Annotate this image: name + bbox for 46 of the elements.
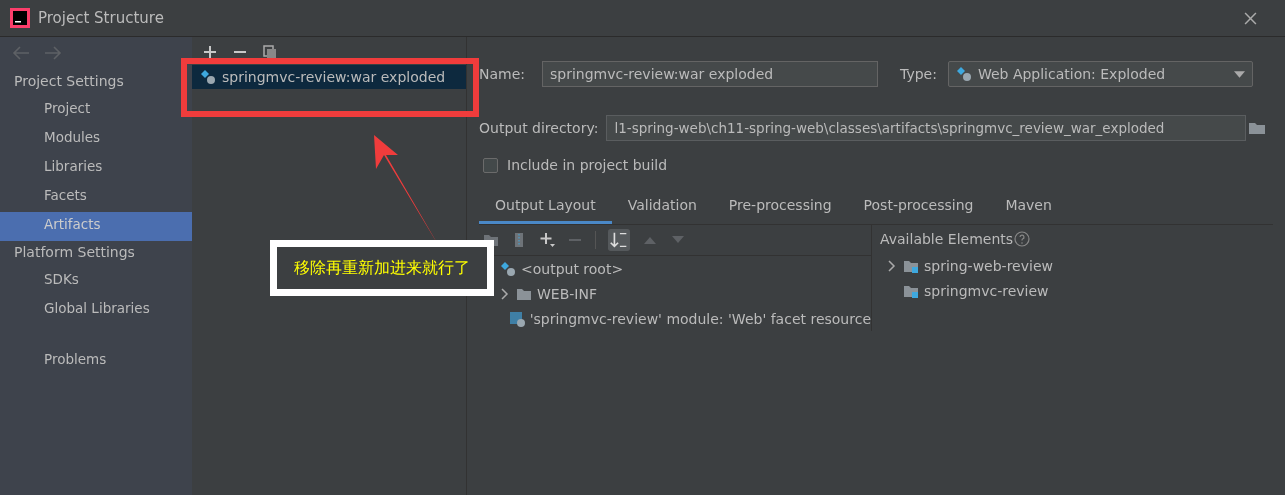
checkbox-label: Include in project build: [507, 157, 668, 173]
sidebar-item[interactable]: SDKs: [0, 267, 192, 296]
sort-icon[interactable]: [608, 229, 630, 251]
web-artifact-icon: [200, 69, 216, 85]
type-dropdown[interactable]: Web Application: Exploded: [947, 61, 1253, 87]
sidebar-heading: Platform Settings: [13, 243, 136, 262]
sidebar-item[interactable]: Facets: [0, 183, 192, 212]
dropdown-caret-icon: [1233, 70, 1245, 78]
tree-item[interactable]: springmvc-review: [924, 282, 1049, 299]
tab[interactable]: Pre-processing: [712, 191, 848, 224]
sidebar-item[interactable]: Artifacts: [0, 212, 192, 241]
web-artifact-icon: [955, 66, 972, 82]
available-elements-heading: Available Elements: [880, 231, 1014, 247]
add-icon[interactable]: [203, 45, 217, 59]
type-label: Type:: [900, 66, 937, 82]
tab[interactable]: Output Layout: [479, 191, 612, 224]
annotation-callout: 移除再重新加进来就行了: [270, 240, 494, 296]
tab[interactable]: Validation: [611, 191, 713, 224]
tree-item[interactable]: WEB-INF: [537, 285, 597, 302]
name-label: Name:: [479, 66, 526, 82]
sidebar-item[interactable]: Global Libraries: [0, 296, 192, 325]
sidebar-item[interactable]: Problems: [0, 347, 192, 376]
checkbox[interactable]: [483, 157, 498, 173]
close-icon[interactable]: [1244, 11, 1257, 25]
output-directory-field[interactable]: l1-spring-web\ch11-spring-web\classes\artifacts\springmvc_review_war_exploded: [606, 115, 1247, 141]
web-facet-icon: [508, 310, 525, 327]
artifact-item[interactable]: springmvc-review:war exploded: [192, 65, 466, 89]
window-title: Project Structure: [38, 9, 165, 27]
tree-item[interactable]: <output root>: [521, 260, 624, 277]
add-icon[interactable]: [539, 232, 555, 248]
tab[interactable]: Maven: [989, 191, 1068, 224]
tree-item[interactable]: spring-web-review: [924, 257, 1053, 274]
sidebar-item[interactable]: Libraries: [0, 154, 192, 183]
tab[interactable]: Post-processing: [847, 191, 990, 224]
sidebar-item[interactable]: Modules: [0, 125, 192, 154]
help-icon[interactable]: [1014, 231, 1031, 247]
output-directory-label: Output directory:: [479, 120, 599, 136]
tree-item[interactable]: 'springmvc-review' module: 'Web' facet resource: [529, 310, 871, 327]
chevron-icon[interactable]: [888, 259, 896, 272]
sidebar-item[interactable]: Project: [0, 96, 192, 125]
copy-icon[interactable]: [263, 45, 277, 59]
name-field[interactable]: springmvc-review:war exploded: [542, 61, 879, 87]
chevron-icon[interactable]: [501, 287, 509, 300]
sidebar-heading: Project Settings: [13, 72, 125, 91]
app-logo-icon: [10, 8, 30, 28]
web-artifact-icon: [500, 260, 516, 277]
